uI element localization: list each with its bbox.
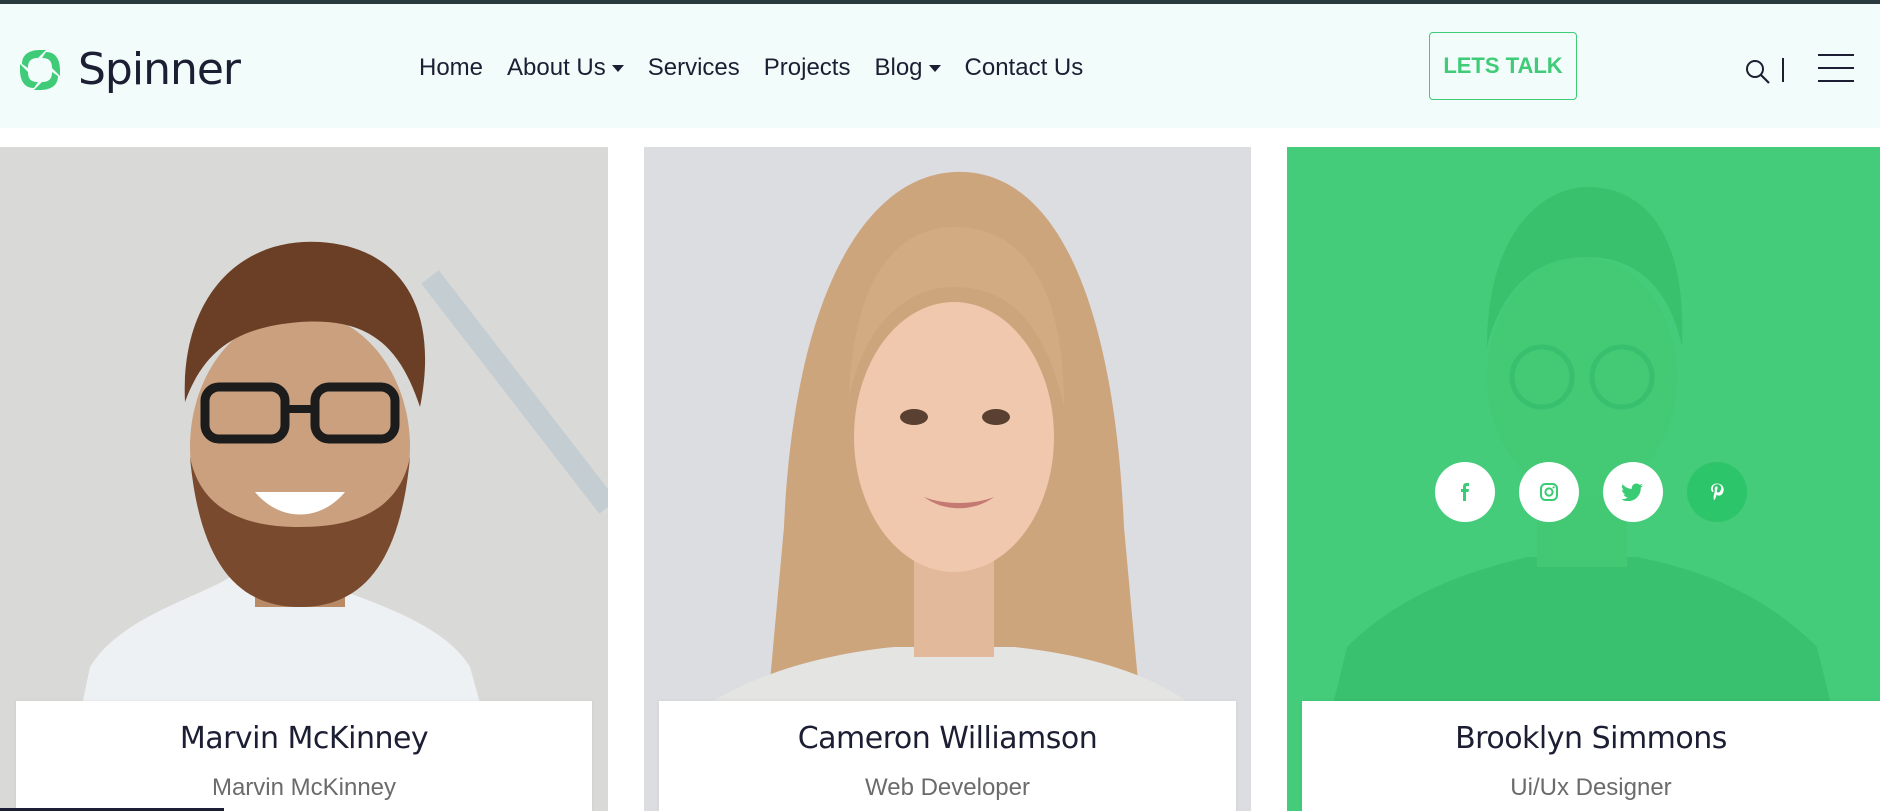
- team-member-name: Brooklyn Simmons: [1455, 721, 1727, 756]
- menu-line: [1818, 80, 1854, 82]
- menu-line: [1818, 54, 1854, 56]
- brand-logo[interactable]: Spinner: [16, 44, 241, 95]
- search-icon[interactable]: [1744, 58, 1772, 86]
- nav-item-blog[interactable]: Blog: [874, 54, 941, 82]
- team-member-role: Ui/Ux Designer: [1510, 774, 1672, 801]
- team-card-1[interactable]: Marvin McKinney Marvin McKinney: [0, 147, 608, 811]
- nav-item-home[interactable]: Home: [419, 54, 483, 82]
- header-divider: [1782, 58, 1784, 82]
- nav-item-about-us[interactable]: About Us: [507, 54, 624, 82]
- nav-label: About Us: [507, 54, 606, 81]
- nav-label: Projects: [763, 54, 851, 81]
- team-member-info: Marvin McKinney Marvin McKinney: [16, 701, 592, 811]
- menu-line: [1818, 67, 1854, 69]
- caret-down-icon: [611, 64, 624, 72]
- pinterest-icon[interactable]: [1687, 462, 1747, 522]
- team-member-info: Cameron Williamson Web Developer: [659, 701, 1236, 811]
- nav-label: Home: [419, 54, 484, 81]
- spinner-logo-icon: [20, 49, 60, 90]
- nav-label: Blog: [874, 54, 923, 81]
- lets-talk-button[interactable]: LETS TALK: [1429, 32, 1577, 100]
- nav-label: Services: [647, 54, 740, 81]
- twitter-icon[interactable]: [1603, 462, 1663, 522]
- nav-item-contact-us[interactable]: Contact Us: [965, 54, 1084, 82]
- team-member-role: Web Developer: [865, 774, 1030, 801]
- caret-down-icon: [928, 64, 941, 72]
- nav-item-projects[interactable]: Projects: [764, 54, 851, 82]
- site-header: Spinner Home About Us Services Projects …: [0, 4, 1880, 128]
- brand-name: Spinner: [78, 44, 241, 95]
- hamburger-menu-icon[interactable]: [1818, 54, 1854, 84]
- team-member-name: Cameron Williamson: [797, 721, 1098, 756]
- nav-label: Contact Us: [964, 54, 1084, 81]
- team-member-name: Marvin McKinney: [179, 721, 429, 756]
- main-nav: Home About Us Services Projects Blog Con…: [419, 54, 1083, 82]
- team-member-info: Brooklyn Simmons Ui/Ux Designer: [1302, 701, 1880, 811]
- instagram-icon[interactable]: [1519, 462, 1579, 522]
- team-card-2[interactable]: Cameron Williamson Web Developer: [644, 147, 1251, 811]
- social-links: [1435, 462, 1747, 522]
- facebook-icon[interactable]: [1435, 462, 1495, 522]
- nav-item-services[interactable]: Services: [648, 54, 740, 82]
- team-member-role: Marvin McKinney: [211, 774, 397, 801]
- team-card-3[interactable]: Brooklyn Simmons Ui/Ux Designer: [1287, 147, 1880, 811]
